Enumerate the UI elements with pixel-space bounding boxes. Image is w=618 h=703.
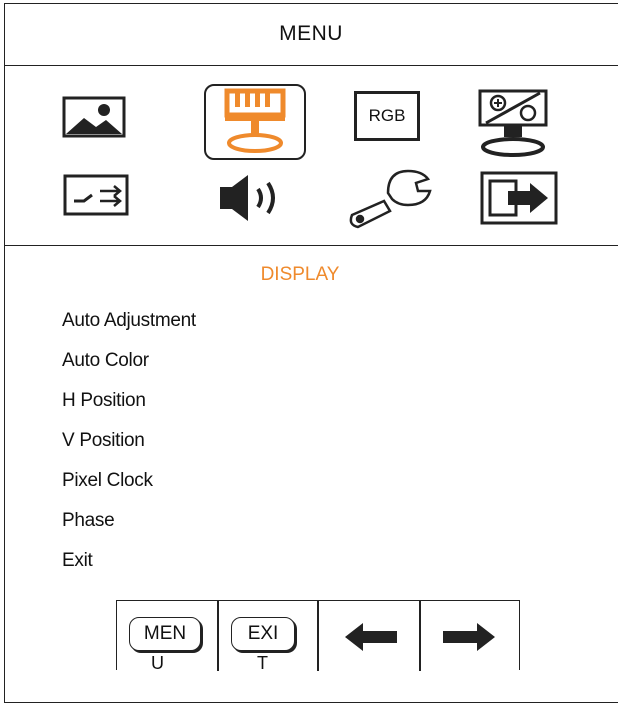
menu-item-h-position[interactable]: H Position [62, 390, 146, 412]
tools-icon[interactable] [342, 165, 434, 231]
button-bar: MEN U EXI T [116, 600, 521, 673]
menu-item-auto-adjustment[interactable]: Auto Adjustment [62, 310, 196, 332]
menu-key-cap[interactable]: MEN [129, 617, 201, 651]
menu-item-pixel-clock[interactable]: Pixel Clock [62, 470, 153, 492]
left-arrow-icon[interactable] [343, 621, 399, 653]
left-arrow-key-cell[interactable] [319, 601, 419, 671]
menu-key-overflow-text: U [151, 653, 164, 673]
exit-icon[interactable] [478, 169, 560, 227]
display-icon[interactable] [203, 83, 307, 161]
exit-key-cell[interactable]: EXI T [217, 601, 317, 673]
menu-title: MENU [4, 3, 618, 66]
exit-key-overflow-text: T [257, 653, 268, 673]
input-source-icon[interactable] [62, 173, 132, 217]
right-arrow-key-cell[interactable] [421, 601, 521, 671]
menu-key-cell[interactable]: MEN U [117, 601, 217, 673]
rgb-icon[interactable]: RGB [354, 91, 420, 141]
pip-icon[interactable] [472, 87, 556, 159]
exit-key-cap[interactable]: EXI [231, 617, 295, 651]
picture-icon[interactable] [60, 93, 130, 141]
audio-icon[interactable] [214, 171, 300, 223]
menu-item-auto-color[interactable]: Auto Color [62, 350, 149, 372]
right-arrow-icon[interactable] [441, 621, 497, 653]
menu-item-exit[interactable]: Exit [62, 550, 93, 572]
section-title: DISPLAY [260, 264, 340, 285]
icon-grid: RGB [4, 65, 618, 246]
menu-item-v-position[interactable]: V Position [62, 430, 145, 452]
menu-item-phase[interactable]: Phase [62, 510, 115, 532]
